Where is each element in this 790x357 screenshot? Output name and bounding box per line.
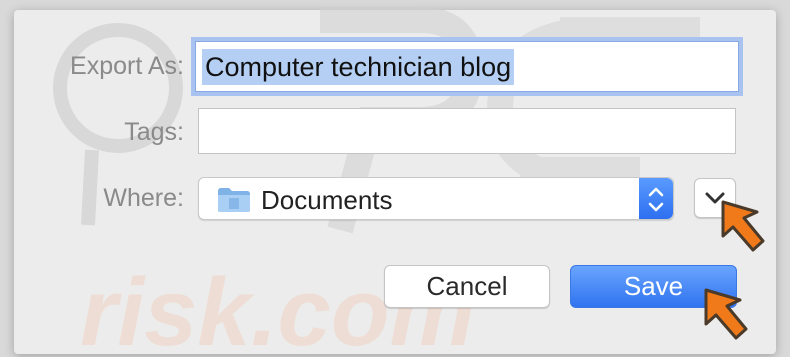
arrow-pointer-save	[704, 288, 748, 340]
where-popup[interactable]: Documents	[198, 177, 674, 220]
export-as-field[interactable]: Computer technician blog	[195, 41, 739, 92]
tags-field[interactable]	[198, 108, 736, 154]
cancel-button[interactable]: Cancel	[384, 265, 550, 308]
folder-icon	[218, 188, 250, 212]
arrow-pointer-expand	[721, 200, 765, 252]
tags-label: Tags:	[124, 118, 184, 146]
export-as-label: Export As:	[70, 52, 184, 80]
where-label: Where:	[103, 184, 184, 212]
up-down-stepper-icon[interactable]	[639, 178, 673, 219]
export-as-value: Computer technician blog	[202, 49, 515, 85]
where-value: Documents	[261, 185, 393, 215]
